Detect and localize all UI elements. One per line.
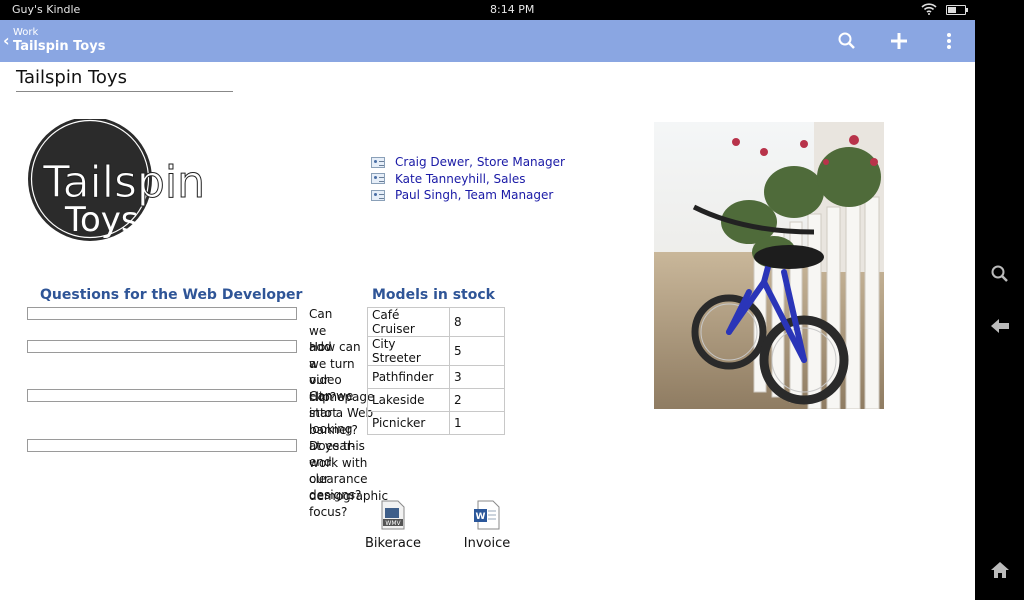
todo-checkbox[interactable]	[27, 340, 297, 353]
table-row[interactable]: Picnicker 1	[367, 411, 505, 435]
battery-icon	[946, 5, 968, 15]
model-name[interactable]: Lakeside	[367, 388, 450, 412]
list-item[interactable]: Paul Singh, Team Manager	[371, 187, 565, 204]
back-chevron-icon[interactable]: ‹	[3, 31, 10, 50]
questions-heading: Questions for the Web Developer	[40, 287, 303, 303]
todo-checkbox[interactable]	[27, 389, 297, 402]
plus-icon[interactable]	[886, 29, 912, 53]
attachment-bikerace[interactable]: WMV Bikerace	[353, 500, 433, 551]
contact-link[interactable]: Paul Singh, Team Manager	[395, 188, 553, 202]
model-name[interactable]: Pathfinder	[367, 365, 450, 389]
contact-card-icon	[371, 156, 385, 168]
model-name[interactable]: Picnicker	[367, 411, 450, 435]
attachment-label: Bikerace	[364, 536, 422, 551]
todo-checkbox[interactable]	[27, 307, 297, 320]
video-file-icon: WMV	[380, 500, 406, 530]
model-name[interactable]: Café Cruiser	[367, 307, 450, 337]
models-table: Café Cruiser 8 City Streeter 5 Pathfinder 3…	[367, 307, 505, 435]
svg-text:WMV: WMV	[385, 520, 401, 527]
todo-checkbox[interactable]	[27, 439, 297, 452]
attachment-invoice[interactable]: W Invoice	[447, 500, 527, 551]
overflow-menu-icon[interactable]	[936, 29, 962, 53]
table-row[interactable]: Pathfinder 3	[367, 365, 505, 389]
contact-link[interactable]: Kate Tanneyhill, Sales	[395, 172, 525, 186]
models-heading: Models in stock	[372, 287, 495, 303]
system-nav-bar	[975, 0, 1024, 600]
clock: 8:14 PM	[490, 3, 535, 16]
attachment-label: Invoice	[463, 536, 511, 551]
back-arrow-icon[interactable]	[987, 313, 1013, 339]
table-row[interactable]: Lakeside 2	[367, 388, 505, 412]
search-icon[interactable]	[987, 261, 1013, 287]
list-item[interactable]: Craig Dewer, Store Manager	[371, 154, 565, 171]
status-bar: Guy's Kindle 8:14 PM	[0, 0, 975, 20]
bicycle-photo[interactable]	[654, 122, 884, 409]
word-file-icon: W	[474, 500, 500, 530]
tailspin-toys-logo: Tailspin Toys	[27, 117, 205, 248]
model-qty[interactable]: 3	[449, 365, 505, 389]
svg-text:W: W	[476, 512, 486, 522]
wifi-icon	[921, 3, 937, 18]
section-title[interactable]: Tailspin Toys	[13, 39, 105, 54]
model-name[interactable]: City Streeter	[367, 336, 450, 366]
note-page[interactable]: Tailspin Toys Tailspin Toys Craig Dewer,…	[0, 62, 975, 600]
search-icon[interactable]	[834, 29, 860, 53]
model-qty[interactable]: 5	[449, 336, 505, 366]
table-row[interactable]: Café Cruiser 8	[367, 307, 505, 337]
contact-card-icon	[371, 173, 385, 185]
device-name: Guy's Kindle	[12, 3, 81, 16]
contact-link[interactable]: Craig Dewer, Store Manager	[395, 155, 565, 169]
model-qty[interactable]: 8	[449, 307, 505, 337]
home-icon[interactable]	[987, 557, 1013, 583]
page-title[interactable]: Tailspin Toys	[16, 67, 233, 92]
logo-text-line2: Toys	[64, 200, 139, 240]
list-item[interactable]: Kate Tanneyhill, Sales	[371, 171, 565, 188]
todo-item: Does this work with our demographic focu…	[15, 438, 388, 521]
model-qty[interactable]: 2	[449, 388, 505, 412]
table-row[interactable]: City Streeter 5	[367, 336, 505, 366]
app-bar: ‹ Work Tailspin Toys	[0, 20, 975, 62]
contact-list: Craig Dewer, Store Manager Kate Tanneyhi…	[371, 154, 565, 204]
breadcrumb-notebook[interactable]: Work	[13, 27, 38, 38]
contact-card-icon	[371, 189, 385, 201]
model-qty[interactable]: 1	[449, 411, 505, 435]
